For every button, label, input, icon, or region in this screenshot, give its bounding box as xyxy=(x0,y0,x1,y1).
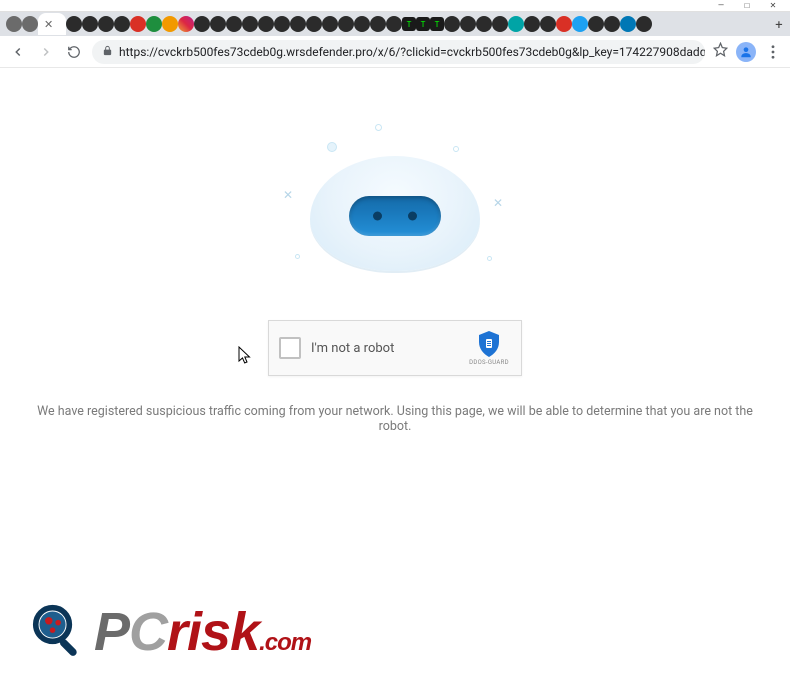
tab-favicon[interactable] xyxy=(492,16,508,32)
tab-favicon[interactable]: T xyxy=(402,17,416,31)
watermark-text: PCrisk.com xyxy=(94,601,311,663)
tab-favicon[interactable] xyxy=(604,16,620,32)
tab-favicon[interactable] xyxy=(162,16,178,32)
tab-favicon[interactable] xyxy=(588,16,604,32)
tab-favicon[interactable] xyxy=(386,16,402,32)
tab-favicon[interactable] xyxy=(210,16,226,32)
shield-icon xyxy=(476,330,502,358)
captcha-label: I'm not a robot xyxy=(311,341,457,356)
tab-favicon[interactable] xyxy=(226,16,242,32)
captcha-checkbox[interactable] xyxy=(279,337,301,359)
window-maximize-button[interactable]: □ xyxy=(734,0,760,12)
magnifier-bug-icon xyxy=(32,604,88,660)
pcrisk-watermark: PCrisk.com xyxy=(32,601,311,663)
bookmark-star-icon[interactable] xyxy=(713,42,728,61)
back-button[interactable] xyxy=(8,42,28,62)
tab-favicon[interactable] xyxy=(620,16,636,32)
tab-favicon[interactable] xyxy=(306,16,322,32)
suspicious-traffic-message: We have registered suspicious traffic co… xyxy=(0,404,790,434)
tab-favicon[interactable] xyxy=(242,16,258,32)
cursor-icon xyxy=(238,346,252,368)
tab-favicon[interactable]: T xyxy=(430,17,444,31)
tab-favicon[interactable] xyxy=(290,16,306,32)
browser-menu-button[interactable] xyxy=(764,45,782,59)
tab-favicon[interactable] xyxy=(460,16,476,32)
robot-head-icon xyxy=(310,156,480,271)
window-title-bar: — □ ✕ xyxy=(0,0,790,12)
tab-close-icon[interactable]: ✕ xyxy=(44,18,53,31)
tab-favicon[interactable] xyxy=(322,16,338,32)
tab-favicon[interactable] xyxy=(146,16,162,32)
background-tabs: ✕ T T T xyxy=(6,12,768,36)
tab-favicon[interactable] xyxy=(338,16,354,32)
active-tab[interactable]: ✕ xyxy=(38,13,66,35)
window-close-button[interactable]: ✕ xyxy=(760,0,786,12)
tab-favicon[interactable] xyxy=(508,16,524,32)
profile-avatar[interactable] xyxy=(736,42,756,62)
tab-favicon[interactable] xyxy=(194,16,210,32)
captcha-provider-logo: DDOS-GUARD xyxy=(467,330,511,366)
tab-favicon[interactable] xyxy=(636,16,652,32)
tab-favicon[interactable] xyxy=(556,16,572,32)
robot-illustration: ✕ ✕ xyxy=(265,116,525,296)
reload-button[interactable] xyxy=(64,42,84,62)
tab-favicon[interactable] xyxy=(98,16,114,32)
tab-favicon[interactable] xyxy=(572,16,588,32)
tab-favicon[interactable] xyxy=(354,16,370,32)
lock-icon xyxy=(102,45,113,59)
address-bar[interactable]: https://cvckrb500fes73cdeb0g.wrsdefender… xyxy=(92,40,705,64)
captcha-widget: I'm not a robot DDOS-GUARD xyxy=(268,320,522,376)
url-text: https://cvckrb500fes73cdeb0g.wrsdefender… xyxy=(119,45,705,59)
browser-toolbar: https://cvckrb500fes73cdeb0g.wrsdefender… xyxy=(0,36,790,68)
tab-favicon[interactable] xyxy=(258,16,274,32)
tab-favicon[interactable] xyxy=(178,16,194,32)
tab-favicon[interactable] xyxy=(370,16,386,32)
tab-favicon[interactable] xyxy=(476,16,492,32)
window-minimize-button[interactable]: — xyxy=(708,0,734,12)
captcha-provider-name: DDOS-GUARD xyxy=(467,359,511,366)
tab-favicon[interactable] xyxy=(524,16,540,32)
tab-favicon[interactable] xyxy=(540,16,556,32)
tab-favicon[interactable] xyxy=(114,16,130,32)
tab-favicon[interactable] xyxy=(66,16,82,32)
forward-button[interactable] xyxy=(36,42,56,62)
tab-strip: ✕ T T T xyxy=(0,12,790,36)
tab-favicon[interactable] xyxy=(444,16,460,32)
page-viewport: ✕ ✕ I'm not a robot DDOS-GUARD We have r… xyxy=(0,68,790,685)
tab-favicon[interactable] xyxy=(22,16,38,32)
new-tab-button[interactable]: + xyxy=(768,14,790,36)
tab-favicon[interactable] xyxy=(130,16,146,32)
tab-favicon[interactable] xyxy=(82,16,98,32)
tab-favicon[interactable] xyxy=(274,16,290,32)
tab-favicon[interactable]: T xyxy=(416,17,430,31)
tab-favicon[interactable] xyxy=(6,16,22,32)
